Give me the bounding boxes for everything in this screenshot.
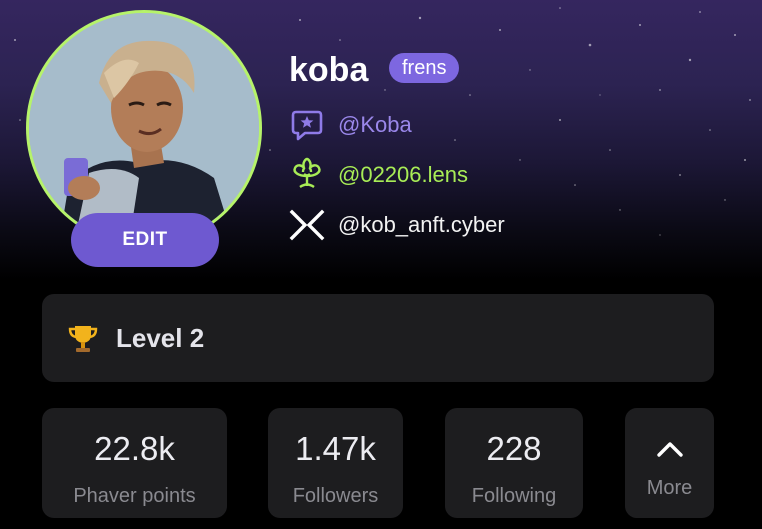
stat-value: 1.47k <box>295 430 376 467</box>
trophy-icon <box>68 326 98 352</box>
social-link-cyberconnect[interactable]: @kob_anft.cyber <box>288 206 505 244</box>
level-label: Level 2 <box>116 322 205 353</box>
social-link-phaver[interactable]: @Koba <box>288 106 412 144</box>
more-button[interactable]: More <box>625 408 714 518</box>
chevron-up-icon <box>656 442 683 457</box>
more-label: More <box>646 477 693 499</box>
stat-following[interactable]: 228 Following <box>445 408 583 518</box>
stat-value: 228 <box>486 430 542 467</box>
avatar[interactable] <box>26 10 262 246</box>
cyberconnect-icon <box>289 209 325 241</box>
lens-handle: @02206.lens <box>338 162 468 187</box>
profile-username: koba <box>289 51 369 89</box>
stat-followers[interactable]: 1.47k Followers <box>268 408 403 518</box>
phaver-handle: @Koba <box>338 112 412 137</box>
level-card[interactable]: Level 2 <box>42 294 714 382</box>
stat-value: 22.8k <box>94 430 175 467</box>
chat-star-icon <box>291 110 323 141</box>
edit-profile-button[interactable]: EDIT <box>71 213 219 267</box>
frens-badge[interactable]: frens <box>389 53 460 83</box>
stat-label: Following <box>471 485 557 507</box>
avatar-illustration <box>29 13 259 243</box>
stat-label: Phaver points <box>73 485 196 507</box>
cyberconnect-handle: @kob_anft.cyber <box>338 212 505 237</box>
stat-phaver-points[interactable]: 22.8k Phaver points <box>42 408 227 518</box>
lens-icon <box>293 157 321 189</box>
social-link-lens[interactable]: @02206.lens <box>288 156 468 194</box>
stat-label: Followers <box>292 485 379 507</box>
